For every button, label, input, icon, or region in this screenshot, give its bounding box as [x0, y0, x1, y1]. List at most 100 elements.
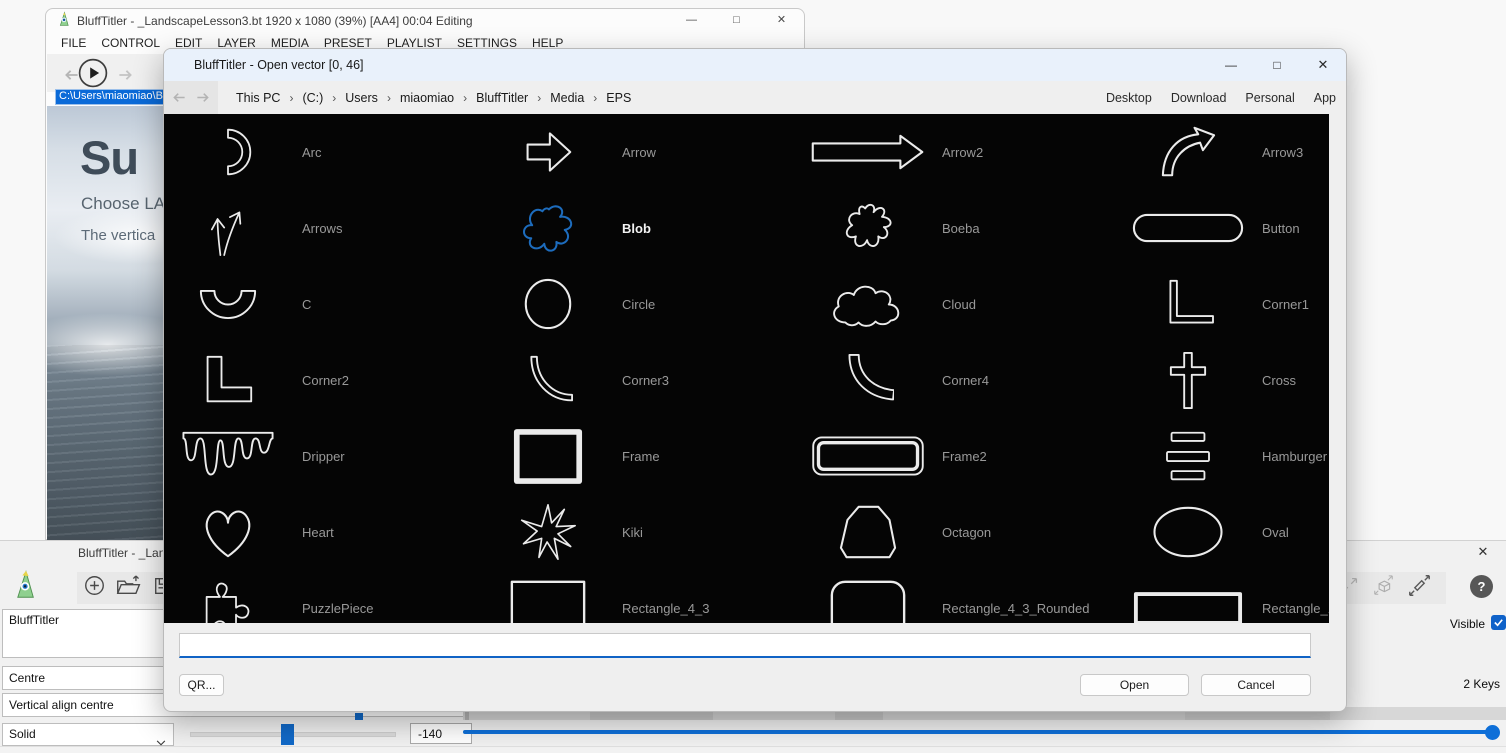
timeline-track[interactable]	[463, 730, 1497, 734]
boeba-shape-icon	[804, 190, 932, 266]
close-button[interactable]: ✕	[759, 9, 804, 32]
visible-checkbox[interactable]	[1491, 615, 1506, 630]
layer-toolbar-left	[77, 572, 177, 604]
position-slider-handle[interactable]	[281, 724, 294, 745]
shape-label: Oval	[1262, 525, 1289, 540]
shape-item-rectangle_16_9[interactable]: Rectangle_16_9	[1124, 570, 1329, 623]
add-layer-icon[interactable]	[84, 575, 105, 601]
style-dropdown-value: Solid	[9, 727, 36, 741]
shape-label: Frame2	[942, 449, 987, 464]
blufftitler-mascot-icon	[15, 569, 37, 605]
corner3-shape-icon	[484, 342, 612, 418]
dialog-minimize-button[interactable]: —	[1208, 49, 1254, 81]
shape-item-cloud[interactable]: Cloud	[804, 266, 1124, 342]
quick-link-download[interactable]: Download	[1171, 91, 1227, 105]
line-tool-icon[interactable]	[1408, 574, 1431, 602]
shape-item-heart[interactable]: Heart	[164, 494, 484, 570]
quick-link-app[interactable]: App	[1314, 91, 1336, 105]
shape-label: Dripper	[302, 449, 345, 464]
cube-transform-icon[interactable]	[1373, 575, 1394, 601]
octagon-shape-icon	[804, 494, 932, 570]
shape-label: Rectangle_16_9	[1262, 601, 1329, 616]
visible-label: Visible	[1450, 617, 1485, 631]
arc-shape-icon	[164, 114, 292, 190]
shape-item-arrow[interactable]: Arrow	[484, 114, 804, 190]
maximize-button[interactable]: □	[714, 9, 759, 32]
shape-label: C	[302, 297, 311, 312]
shape-item-corner3[interactable]: Corner3	[484, 342, 804, 418]
shape-item-rectangle_4_3_rounded[interactable]: Rectangle_4_3_Rounded	[804, 570, 1124, 623]
style-dropdown[interactable]: Solid	[2, 723, 174, 746]
open-button[interactable]: Open	[1080, 674, 1189, 696]
arrow-shape-icon	[484, 114, 612, 190]
open-media-icon[interactable]	[116, 574, 142, 602]
vector-browser: Arc ArrowArrow2 Arrow3 ArrowsBlob Boeba Butto…	[164, 114, 1329, 623]
shape-item-arrows[interactable]: Arrows	[164, 190, 484, 266]
bottom-panel-close-button[interactable]: ✕	[1473, 544, 1493, 560]
shape-item-cross[interactable]: Cross	[1124, 342, 1329, 418]
shape-item-blob[interactable]: Blob	[484, 190, 804, 266]
c-shape-icon	[164, 266, 292, 342]
quick-link-desktop[interactable]: Desktop	[1106, 91, 1152, 105]
breadcrumb-item-c[interactable]: (C:)	[302, 91, 323, 105]
menu-item-file[interactable]: FILE	[61, 36, 86, 50]
nav-back-icon[interactable]	[173, 89, 186, 107]
breadcrumb-separator: ›	[463, 91, 467, 105]
shape-item-frame2[interactable]: Frame2	[804, 418, 1124, 494]
shape-item-arc[interactable]: Arc	[164, 114, 484, 190]
breadcrumb-separator: ›	[332, 91, 336, 105]
shape-item-corner1[interactable]: Corner1	[1124, 266, 1329, 342]
rectangle_16_9-shape-icon	[1124, 570, 1252, 623]
menu-item-control[interactable]: CONTROL	[101, 36, 160, 50]
breadcrumb-item-this-pc[interactable]: This PC	[236, 91, 280, 105]
shape-item-dripper[interactable]: Dripper	[164, 418, 484, 494]
shape-item-frame[interactable]: Frame	[484, 418, 804, 494]
shape-item-circle[interactable]: Circle	[484, 266, 804, 342]
shape-item-arrow2[interactable]: Arrow2	[804, 114, 1124, 190]
cancel-button[interactable]: Cancel	[1201, 674, 1311, 696]
qr-button[interactable]: QR...	[179, 674, 224, 696]
shape-label: Boeba	[942, 221, 980, 236]
screen: BluffTitler - _LandscapeLesson3.bt 1920 …	[0, 0, 1506, 753]
slider-key-marker	[355, 713, 363, 720]
breadcrumb-item-blufftitler[interactable]: BluffTitler	[476, 91, 528, 105]
dialog-title: BluffTitler - Open vector [0, 46]	[194, 58, 364, 72]
kiki-shape-icon	[484, 494, 612, 570]
quick-link-personal[interactable]: Personal	[1245, 91, 1294, 105]
dialog-maximize-button[interactable]: □	[1254, 49, 1300, 81]
shape-item-button[interactable]: Button	[1124, 190, 1329, 266]
breadcrumb-item-eps[interactable]: EPS	[606, 91, 631, 105]
shape-label: Arc	[302, 145, 322, 160]
shape-item-octagon[interactable]: Octagon	[804, 494, 1124, 570]
frame2-shape-icon	[804, 418, 932, 494]
minimize-button[interactable]: —	[669, 9, 714, 32]
arrow2-shape-icon	[804, 114, 932, 190]
help-button[interactable]: ?	[1470, 575, 1493, 598]
timeline-playhead[interactable]	[1485, 725, 1500, 740]
breadcrumb-item-users[interactable]: Users	[345, 91, 378, 105]
arrow3-shape-icon	[1124, 114, 1252, 190]
shape-label: Arrow3	[1262, 145, 1303, 160]
corner4-shape-icon	[804, 342, 932, 418]
shape-item-corner4[interactable]: Corner4	[804, 342, 1124, 418]
shape-item-rectangle_4_3[interactable]: Rectangle_4_3	[484, 570, 804, 623]
breadcrumb-item-media[interactable]: Media	[550, 91, 584, 105]
button-shape-icon	[1124, 190, 1252, 266]
shape-item-oval[interactable]: Oval	[1124, 494, 1329, 570]
shape-item-kiki[interactable]: Kiki	[484, 494, 804, 570]
shape-item-puzzlepiece[interactable]: PuzzlePiece	[164, 570, 484, 623]
shape-label: Hamburger	[1262, 449, 1327, 464]
shape-item-arrow3[interactable]: Arrow3	[1124, 114, 1329, 190]
shape-label: Corner2	[302, 373, 349, 388]
breadcrumb-item-miaomiao[interactable]: miaomiao	[400, 91, 454, 105]
nav-forward-icon[interactable]	[196, 89, 209, 107]
shape-item-corner2[interactable]: Corner2	[164, 342, 484, 418]
shape-item-boeba[interactable]: Boeba	[804, 190, 1124, 266]
shape-item-hamburger[interactable]: Hamburger	[1124, 418, 1329, 494]
back-arrow-icon[interactable]	[65, 67, 79, 85]
dialog-close-button[interactable]: ✕	[1300, 49, 1346, 81]
filename-input[interactable]	[179, 633, 1311, 658]
play-button[interactable]	[78, 58, 108, 93]
forward-arrow-icon[interactable]	[118, 67, 132, 85]
shape-item-c[interactable]: C	[164, 266, 484, 342]
